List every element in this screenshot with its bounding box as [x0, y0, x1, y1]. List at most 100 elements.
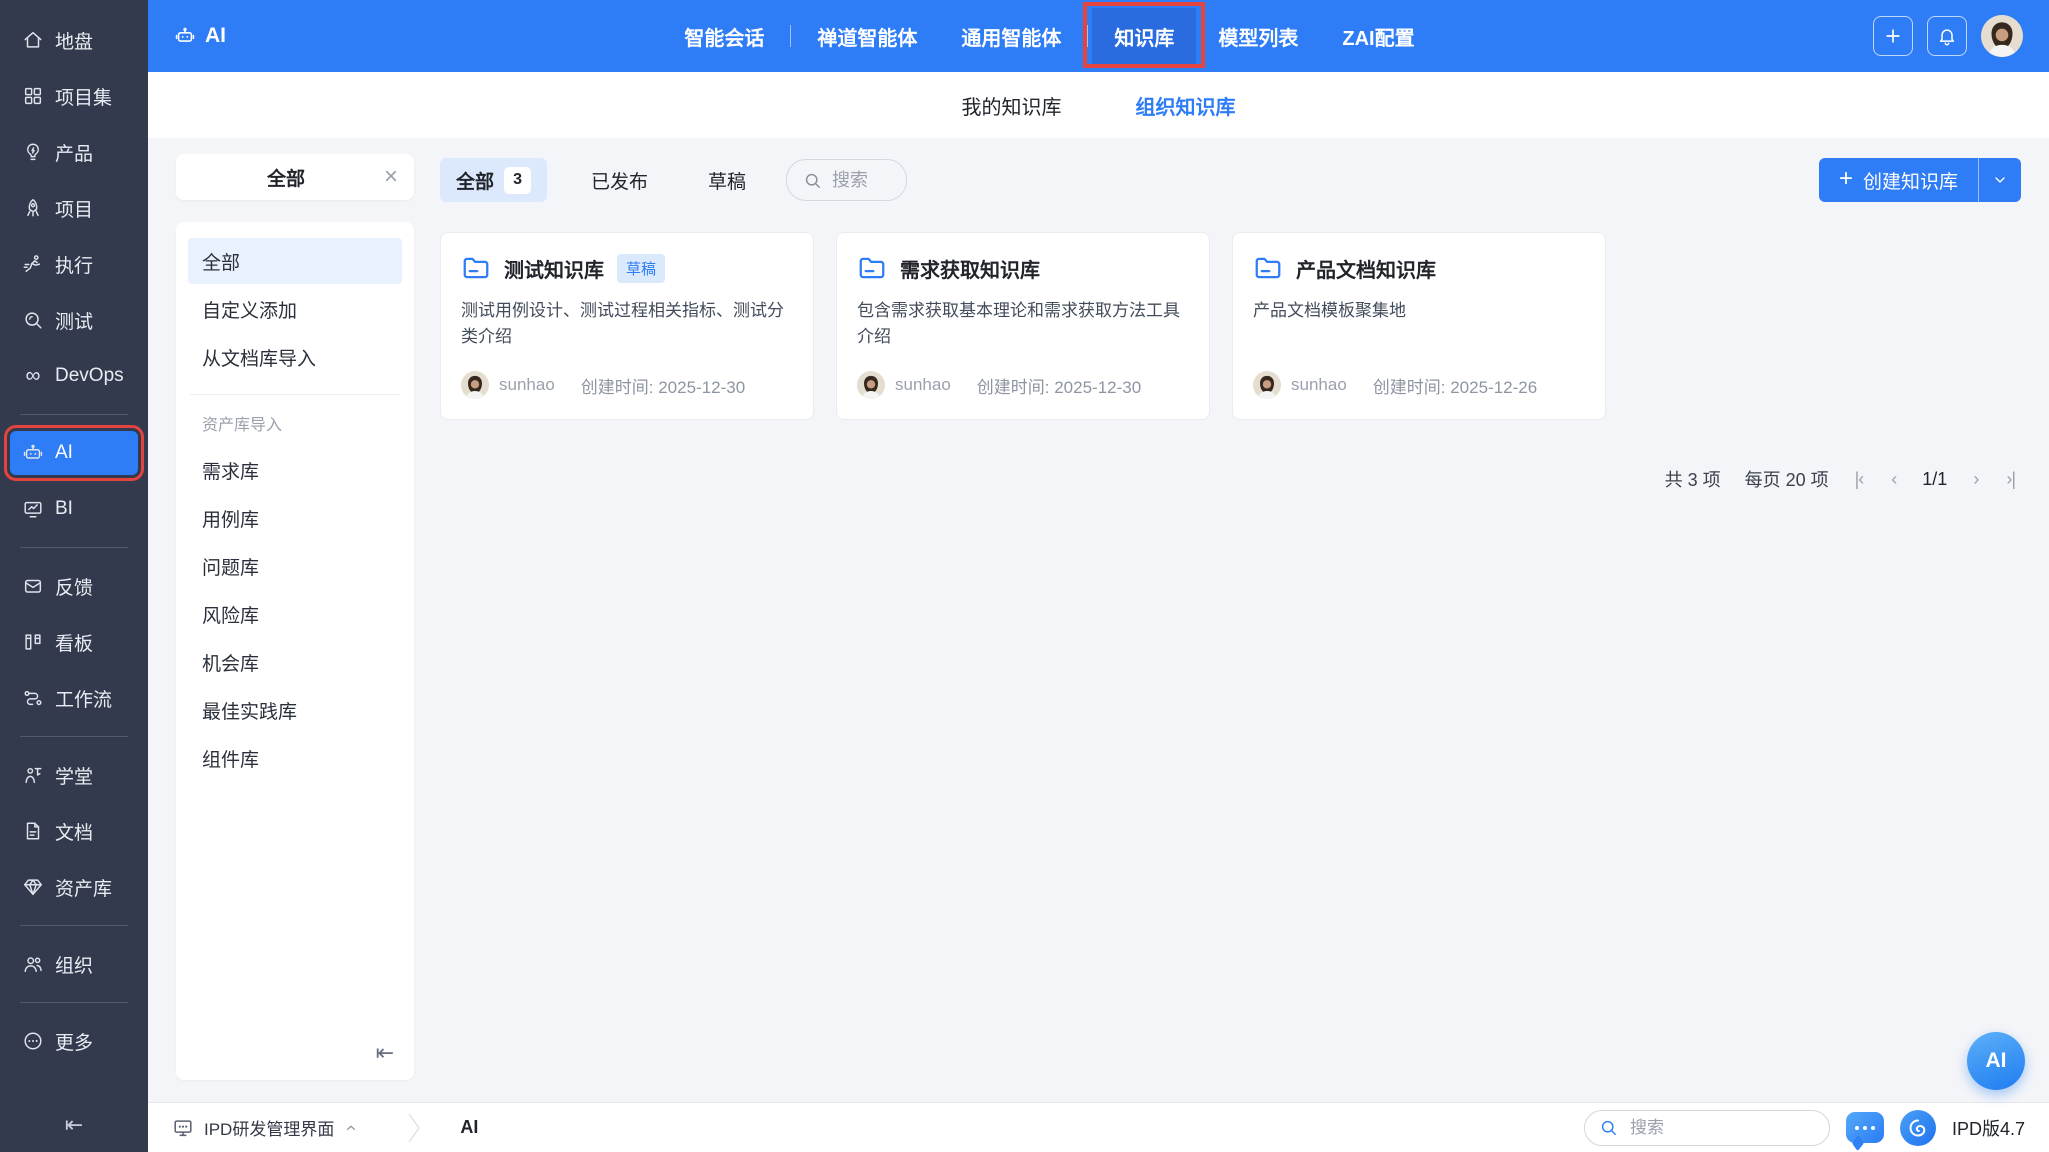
- collapse-left-icon: ⇤: [375, 1040, 394, 1065]
- created-time: 创建时间: 2025-12-26: [1372, 377, 1538, 397]
- status-tab[interactable]: 已发布: [575, 158, 664, 202]
- ai-assistant-fab[interactable]: AI: [1967, 1032, 2025, 1090]
- created-time: 创建时间: 2025-12-30: [580, 377, 746, 397]
- sidebar-divider: [20, 736, 128, 737]
- sidebar-item[interactable]: 看板: [10, 620, 138, 664]
- add-button[interactable]: [1873, 16, 1913, 56]
- feedback-chat-icon[interactable]: [1845, 1112, 1884, 1143]
- filter-item-label: 从文档库导入: [202, 348, 317, 370]
- sidebar-collapse-button[interactable]: ⇤: [8, 1096, 140, 1148]
- lightbulb-icon: [22, 141, 44, 163]
- user-avatar[interactable]: [1981, 15, 2023, 57]
- knowledge-card[interactable]: 测试知识库 草稿 测试用例设计、测试过程相关指标、测试分类介绍 sunhao 创…: [440, 232, 814, 420]
- filter-item[interactable]: 风险库: [188, 591, 402, 637]
- search-icon: [1601, 1120, 1616, 1135]
- zentao-logo[interactable]: [1899, 1109, 1936, 1146]
- filter-item[interactable]: 问题库: [188, 543, 402, 589]
- sidebar-item[interactable]: 组织: [10, 942, 138, 986]
- filter-item[interactable]: 自定义添加: [188, 286, 402, 332]
- sidebar-item[interactable]: 文档: [10, 809, 138, 853]
- status-tab-label: 草稿: [708, 171, 747, 193]
- knowledge-card[interactable]: 产品文档知识库 产品文档模板聚集地 sunhao 创建时间: 2025-12-2…: [1232, 232, 1606, 420]
- sidebar-item[interactable]: 反馈: [10, 564, 138, 608]
- filter-collapse-button[interactable]: ⇤: [368, 1034, 402, 1072]
- topnav-item[interactable]: ZAI配置: [1320, 8, 1436, 64]
- sidebar-item[interactable]: 项目: [10, 186, 138, 230]
- workflow-icon: [22, 687, 44, 709]
- card-title: 产品文档知识库: [1296, 259, 1436, 282]
- first-page-icon[interactable]: |‹: [1853, 469, 1866, 490]
- people-icon: [22, 953, 44, 975]
- knowledge-card[interactable]: 需求获取知识库 包含需求获取基本理论和需求获取方法工具介绍 sunhao 创建时…: [836, 232, 1210, 420]
- subnav-tab[interactable]: 组织知识库: [1136, 91, 1236, 120]
- topnav-item[interactable]: 通用智能体: [939, 8, 1083, 64]
- last-page-icon[interactable]: ›|: [2004, 469, 2017, 490]
- filter-item[interactable]: 从文档库导入: [188, 334, 402, 380]
- search-input[interactable]: [830, 168, 899, 192]
- sidebar-item-label: 资产库: [55, 878, 113, 900]
- pagination-per-page[interactable]: 每页 20 项: [1745, 466, 1829, 492]
- subnav-tab-label: 组织知识库: [1135, 96, 1236, 119]
- search-icon: [805, 173, 820, 188]
- filter-item[interactable]: 最佳实践库: [188, 687, 402, 733]
- next-page-icon[interactable]: ›: [1971, 469, 1980, 490]
- status-tab[interactable]: 草稿: [692, 158, 762, 202]
- subnav-tab[interactable]: 我的知识库: [962, 91, 1062, 120]
- topnav-item[interactable]: 模型列表: [1196, 8, 1320, 64]
- sidebar-item[interactable]: 资产库: [10, 865, 138, 909]
- sidebar-item[interactable]: ∞ DevOps: [10, 354, 138, 398]
- sidebar-item[interactable]: 地盘: [10, 18, 138, 62]
- sidebar-item-label: 学堂: [55, 766, 94, 788]
- filter-item[interactable]: 用例库: [188, 495, 402, 541]
- owner-avatar: [1253, 371, 1281, 399]
- topnav-item[interactable]: 智能会话: [662, 8, 786, 64]
- sidebar-item-label: 测试: [55, 311, 94, 333]
- workspace-switcher[interactable]: IPD研发管理界面: [172, 1115, 358, 1140]
- sidebar-item[interactable]: 学堂: [10, 753, 138, 797]
- draft-status-badge: 草稿: [617, 253, 666, 283]
- topnav-item[interactable]: 禅道智能体: [795, 8, 939, 64]
- list-toolbar: 全部 3 已发布 草稿 搜索 + 创建知识库: [440, 158, 2021, 202]
- sidebar-item[interactable]: AI: [4, 425, 144, 481]
- filter-item[interactable]: 需求库: [188, 447, 402, 493]
- close-icon[interactable]: ×: [382, 165, 400, 189]
- owner-avatar: [857, 371, 885, 399]
- sidebar-item[interactable]: 更多: [10, 1019, 138, 1063]
- filter-item[interactable]: 组件库: [188, 735, 402, 781]
- prev-page-icon[interactable]: ‹: [1889, 469, 1898, 490]
- card-description: 测试用例设计、测试过程相关指标、测试分类介绍: [461, 301, 784, 347]
- sidebar-item[interactable]: 执行: [10, 242, 138, 286]
- chart-board-icon: [22, 498, 44, 520]
- feedback-icon: [22, 575, 44, 597]
- status-tab[interactable]: 全部 3: [440, 158, 548, 202]
- sidebar-item[interactable]: 工作流: [10, 676, 138, 720]
- sidebar-item[interactable]: BI: [10, 487, 138, 531]
- card-header: 需求获取知识库: [857, 253, 1189, 283]
- knowledge-card-list: 测试知识库 草稿 测试用例设计、测试过程相关指标、测试分类介绍 sunhao 创…: [440, 232, 2021, 420]
- diamond-icon: [22, 876, 44, 898]
- list-search: [786, 159, 908, 201]
- filter-item[interactable]: 机会库: [188, 639, 402, 685]
- notifications-button[interactable]: [1927, 16, 1967, 56]
- filter-header-title: 全部: [266, 168, 305, 190]
- chevron-down-icon: [1995, 177, 2005, 183]
- app-logo: AI: [174, 24, 226, 48]
- page-indicator: 1/1: [1922, 468, 1948, 489]
- create-dropdown-toggle[interactable]: [1978, 158, 2021, 202]
- filter-item-label: 组件库: [202, 749, 260, 771]
- sidebar-item[interactable]: 产品: [10, 130, 138, 174]
- filter-item-label: 用例库: [202, 509, 260, 531]
- topnav-item[interactable]: 知识库: [1083, 2, 1206, 68]
- filter-item[interactable]: 全部: [188, 238, 402, 284]
- card-meta: sunhao 创建时间: 2025-12-26: [1253, 371, 1585, 399]
- card-description: 包含需求获取基本理论和需求获取方法工具介绍: [857, 301, 1180, 347]
- sidebar-item-label: DevOps: [55, 365, 124, 386]
- sidebar-item-label: 反馈: [55, 577, 94, 599]
- global-search-input[interactable]: [1627, 1116, 1815, 1139]
- create-knowledge-main[interactable]: + 创建知识库: [1819, 158, 1978, 202]
- sidebar-item[interactable]: 项目集: [10, 74, 138, 118]
- status-tabs: 全部 3 已发布 草稿: [440, 158, 762, 202]
- sidebar-item[interactable]: 测试: [10, 298, 138, 342]
- nav-separator: [790, 25, 792, 47]
- workspace-name: IPD研发管理界面: [204, 1120, 335, 1139]
